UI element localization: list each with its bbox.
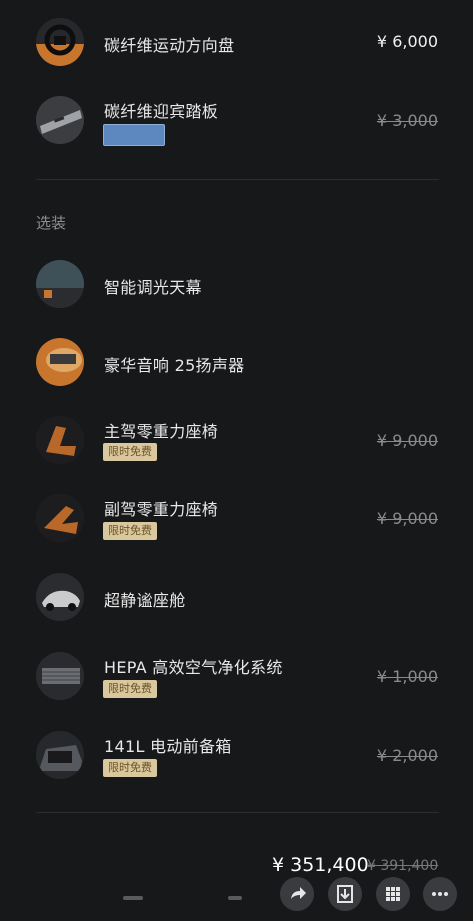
item-steering-wheel[interactable]: 碳纤维运动方向盘 ¥ 6,000 — [0, 12, 473, 72]
item-name: 碳纤维迎宾踏板 — [104, 102, 219, 121]
seat-thumbnail — [36, 416, 84, 464]
car-thumbnail — [36, 573, 84, 621]
grid-icon[interactable] — [376, 877, 410, 911]
option-frunk[interactable]: 141L 电动前备箱 限时免费 ¥ 2,000 — [0, 725, 473, 785]
total-original-price: ¥ 391,400 — [367, 858, 439, 874]
welcome-pedal-thumbnail — [36, 96, 84, 144]
limited-free-badge: 限时免费 — [103, 759, 157, 777]
option-passenger-seat[interactable]: 副驾零重力座椅 限时免费 ¥ 9,000 — [0, 488, 473, 548]
option-driver-seat[interactable]: 主驾零重力座椅 限时免费 ¥ 9,000 — [0, 410, 473, 470]
share-icon[interactable] — [280, 877, 314, 911]
speaker-thumbnail — [36, 338, 84, 386]
nav-bar-indicator — [228, 896, 242, 900]
item-name: 碳纤维运动方向盘 — [104, 36, 235, 55]
item-name: 超静谧座舱 — [104, 591, 186, 610]
item-price: ¥ 2,000 — [376, 746, 438, 765]
more-icon[interactable] — [423, 877, 457, 911]
item-name: 副驾零重力座椅 — [104, 500, 219, 519]
option-hepa[interactable]: HEPA 高效空气净化系统 限时免费 ¥ 1,000 — [0, 646, 473, 706]
item-name: 主驾零重力座椅 — [104, 422, 219, 441]
item-price: ¥ 6,000 — [376, 32, 438, 51]
frunk-thumbnail — [36, 731, 84, 779]
section-divider — [36, 812, 439, 813]
option-glass-roof[interactable]: 智能调光天幕 — [0, 254, 473, 314]
steering-wheel-thumbnail — [36, 18, 84, 66]
limited-free-badge: 限时免费 — [103, 443, 157, 461]
item-name: 141L 电动前备箱 — [104, 737, 232, 756]
filter-thumbnail — [36, 652, 84, 700]
options-section-title: 选装 — [36, 214, 67, 232]
item-welcome-pedal[interactable]: 碳纤维迎宾踏板 ¥ 3,000 — [0, 90, 473, 150]
item-name: 智能调光天幕 — [104, 278, 202, 297]
option-speaker[interactable]: 豪华音响 25扬声器 — [0, 332, 473, 392]
limited-free-badge: 限时免费 — [103, 680, 157, 698]
item-name: HEPA 高效空气净化系统 — [104, 658, 283, 677]
item-name: 豪华音响 25扬声器 — [104, 356, 245, 375]
section-divider — [36, 179, 439, 180]
seat-thumbnail — [36, 494, 84, 542]
total-price: ¥ 351,400 — [272, 854, 369, 876]
nav-bar-indicator — [123, 896, 143, 900]
glass-roof-thumbnail — [36, 260, 84, 308]
item-price: ¥ 1,000 — [376, 667, 438, 686]
option-quiet-cabin[interactable]: 超静谧座舱 — [0, 567, 473, 627]
item-price: ¥ 9,000 — [376, 431, 438, 450]
color-swatch[interactable] — [103, 124, 165, 146]
limited-free-badge: 限时免费 — [103, 522, 157, 540]
item-price: ¥ 3,000 — [376, 111, 438, 130]
item-price: ¥ 9,000 — [376, 509, 438, 528]
download-icon[interactable] — [328, 877, 362, 911]
